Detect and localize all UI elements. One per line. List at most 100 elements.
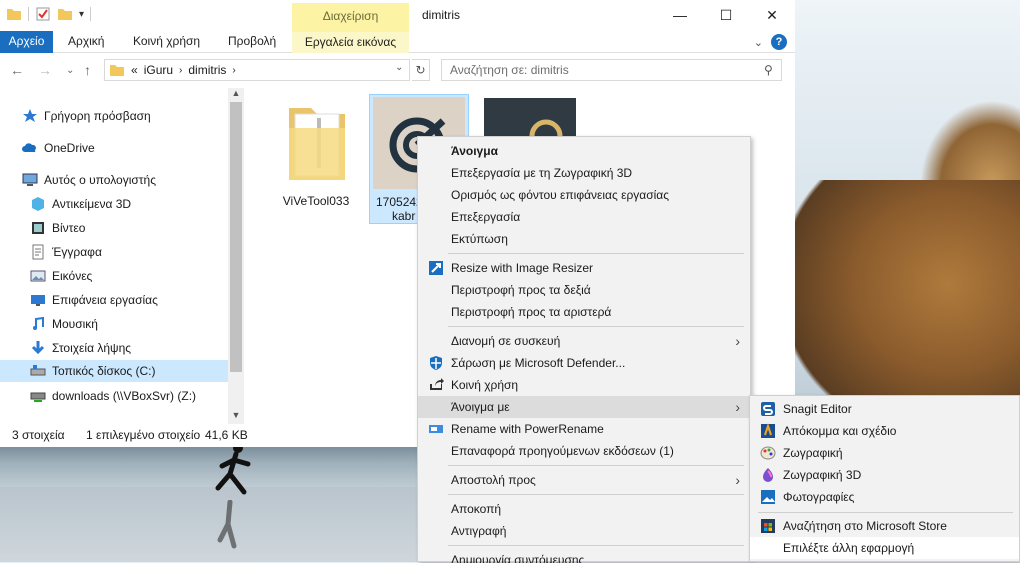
breadcrumb-item[interactable]: dimitris [188, 63, 226, 77]
sidebar-item-quick-access[interactable]: Γρήγορη πρόσβαση [22, 105, 151, 127]
menu-item-label: Ζωγραφική [783, 446, 843, 460]
menu-item-share[interactable]: Κοινή χρήση [418, 374, 750, 396]
menu-separator [758, 512, 1013, 513]
breadcrumb-separator-icon[interactable]: › [232, 65, 235, 76]
forward-arrow-icon[interactable]: → [38, 62, 52, 78]
sidebar-item-local-disk-c[interactable]: Τοπικός δίσκος (C:) [0, 360, 228, 382]
address-bar[interactable]: « iGuru › dimitris › [104, 59, 410, 81]
close-button[interactable]: ✕ [749, 0, 795, 30]
sidebar-item-this-pc[interactable]: Αυτός ο υπολογιστής [22, 169, 156, 191]
toolbar-divider [90, 7, 92, 21]
menu-item-restore-previous[interactable]: Επαναφορά προηγούμενων εκδόσεων (1) [418, 440, 750, 462]
chevron-down-icon[interactable]: ⌄ [754, 36, 763, 49]
breadcrumb-separator-icon[interactable]: › [179, 65, 182, 76]
menu-item-label: Σάρωση με Microsoft Defender... [451, 356, 626, 370]
quick-access-toolbar: ▾ [6, 6, 92, 22]
snip-sketch-icon [761, 423, 775, 438]
sidebar-item-desktop[interactable]: Επιφάνεια εργασίας [30, 289, 158, 311]
navigation-scrollbar[interactable]: ▲ ▼ [228, 88, 244, 424]
sidebar-item-label: Γρήγορη πρόσβαση [44, 109, 151, 123]
sidebar-item-pictures[interactable]: Εικόνες [30, 265, 92, 287]
submenu-item-snip-sketch[interactable]: Απόκομμα και σχέδιο [750, 420, 1019, 442]
download-icon [31, 341, 45, 355]
store-icon [761, 519, 775, 533]
tab-view[interactable]: Προβολή [228, 31, 276, 53]
image-thumbnail [484, 98, 576, 137]
window-title: dimitris [422, 8, 460, 22]
breadcrumb-item[interactable]: iGuru [144, 63, 173, 77]
star-icon [23, 109, 37, 122]
up-arrow-icon[interactable]: ↑ [84, 62, 91, 78]
menu-item-label: Rename with PowerRename [451, 422, 604, 436]
recent-locations-icon[interactable]: ⌄ [66, 65, 74, 76]
sidebar-item-label: Μουσική [52, 317, 98, 331]
refresh-icon[interactable]: ↻ [412, 59, 430, 81]
tab-share[interactable]: Κοινή χρήση [133, 31, 200, 53]
menu-item-send-to[interactable]: Αποστολή προς › [418, 469, 750, 491]
menu-separator [448, 494, 744, 495]
sidebar-item-network-drive-z[interactable]: downloads (\\VBoxSvr) (Z:) [30, 385, 196, 407]
menu-item-rotate-left[interactable]: Περιστροφή προς τα αριστερά [418, 301, 750, 323]
address-row: ← → ⌄ ↑ « iGuru › dimitris › ⌄ ↻ Αναζήτη… [0, 56, 795, 84]
ribbon-tabs: Αρχείο Αρχική Κοινή χρήση Προβολή Εργαλε… [0, 31, 795, 53]
selected-size: 41,6 KB [205, 428, 248, 442]
menu-item-cast-to-device[interactable]: Διανομή σε συσκευή › [418, 330, 750, 352]
menu-item-edit-paint3d[interactable]: Επεξεργασία με τη Ζωγραφική 3D [418, 162, 750, 184]
submenu-item-paint[interactable]: Ζωγραφική [750, 442, 1019, 464]
submenu-item-snagit-editor[interactable]: Snagit Editor [750, 398, 1019, 420]
sidebar-item-label: Εικόνες [52, 269, 93, 283]
computer-icon [22, 173, 38, 186]
customize-toolbar-icon[interactable]: ▾ [79, 9, 84, 20]
video-icon [32, 222, 44, 234]
chevron-right-icon: › [735, 472, 740, 488]
sidebar-item-3d-objects[interactable]: Αντικείμενα 3D [30, 193, 131, 215]
menu-item-rotate-right[interactable]: Περιστροφή προς τα δεξιά [418, 279, 750, 301]
folder-icon [110, 65, 124, 76]
submenu-item-photos[interactable]: Φωτογραφίες [750, 486, 1019, 508]
menu-item-copy[interactable]: Αντιγραφή [418, 520, 750, 542]
back-arrow-icon[interactable]: ← [10, 62, 24, 78]
submenu-item-microsoft-store[interactable]: Αναζήτηση στο Microsoft Store [750, 515, 1019, 537]
submenu-item-choose-another-app[interactable]: Επιλέξτε άλλη εφαρμογή [750, 537, 1019, 559]
new-folder-icon[interactable] [57, 6, 73, 22]
sidebar-item-onedrive[interactable]: OneDrive [22, 137, 95, 159]
menu-item-set-wallpaper[interactable]: Ορισμός ως φόντου επιφάνειας εργασίας [418, 184, 750, 206]
minimize-button[interactable]: — [657, 0, 703, 30]
search-input[interactable]: Αναζήτηση σε: dimitris [441, 59, 782, 81]
sidebar-item-documents[interactable]: Έγγραφα [30, 241, 102, 263]
help-icon[interactable]: ? [771, 34, 787, 50]
sidebar-item-videos[interactable]: Βίντεο [30, 217, 85, 239]
menu-item-open[interactable]: Άνοιγμα [418, 140, 750, 162]
tab-picture-tools[interactable]: Εργαλεία εικόνας [292, 31, 409, 53]
menu-item-edit[interactable]: Επεξεργασία [418, 206, 750, 228]
menu-item-powerrename[interactable]: Rename with PowerRename [418, 418, 750, 440]
share-icon [430, 378, 444, 390]
menu-item-label: Ζωγραφική 3D [783, 468, 862, 482]
properties-icon[interactable] [35, 6, 51, 22]
address-dropdown-icon[interactable]: ⌄ [395, 62, 403, 73]
sidebar-item-label: Βίντεο [52, 221, 86, 235]
scroll-down-icon[interactable]: ▼ [228, 410, 244, 424]
scroll-up-icon[interactable]: ▲ [228, 88, 244, 102]
tab-home[interactable]: Αρχική [68, 31, 104, 53]
file-item[interactable] [480, 98, 580, 139]
menu-item-cut[interactable]: Αποκοπή [418, 498, 750, 520]
breadcrumb-overflow[interactable]: « [131, 63, 138, 77]
scrollbar-thumb[interactable] [230, 102, 242, 372]
menu-item-create-shortcut[interactable]: Δημιουργία συντόμευσης [418, 549, 750, 563]
maximize-button[interactable]: ☐ [703, 0, 749, 30]
menu-item-defender-scan[interactable]: Σάρωση με Microsoft Defender... [418, 352, 750, 374]
open-with-submenu: Snagit Editor Απόκομμα και σχέδιο Ζωγραφ… [749, 395, 1020, 562]
folder-icon[interactable] [6, 6, 22, 22]
menu-separator [448, 545, 744, 546]
menu-item-image-resizer[interactable]: Resize with Image Resizer [418, 257, 750, 279]
sidebar-item-downloads[interactable]: Στοιχεία λήψης [30, 337, 131, 359]
tab-file[interactable]: Αρχείο [0, 31, 53, 53]
submenu-item-paint-3d[interactable]: Ζωγραφική 3D [750, 464, 1019, 486]
menu-item-print[interactable]: Εκτύπωση [418, 228, 750, 250]
window-controls: — ☐ ✕ [657, 0, 795, 30]
sidebar-item-music[interactable]: Μουσική [30, 313, 98, 335]
menu-item-open-with[interactable]: Άνοιγμα με › [418, 396, 750, 418]
sidebar-item-label: Αυτός ο υπολογιστής [44, 173, 156, 187]
file-item[interactable]: ViVeTool033 [266, 98, 366, 209]
